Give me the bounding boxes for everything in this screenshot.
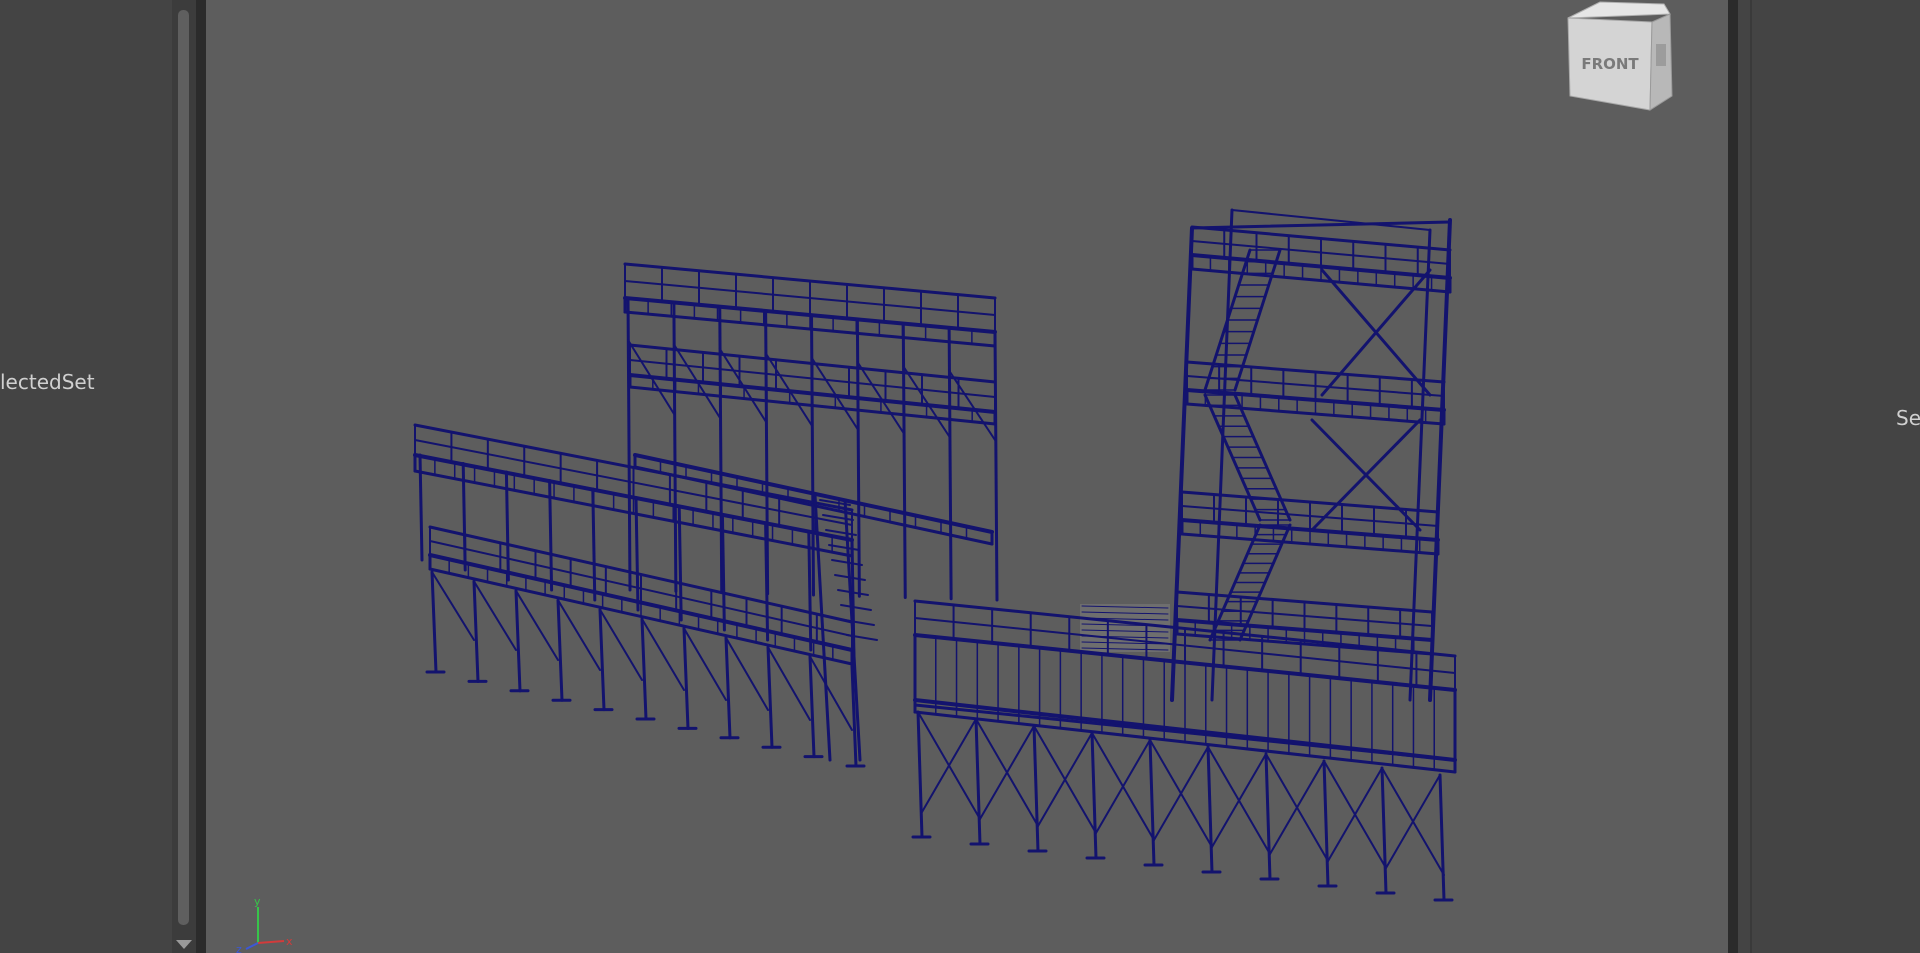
view-cube-icon[interactable]: FRONT (1560, 0, 1680, 115)
view-cube-face-label: FRONT (1581, 55, 1639, 73)
outliner-scrollbar[interactable] (172, 0, 196, 953)
attribute-editor-panel: Se (1738, 0, 1920, 953)
panel-splitter-left[interactable] (196, 0, 206, 953)
axis-y-label: y (254, 895, 261, 908)
viewport-3d[interactable]: FRONT (206, 0, 1728, 953)
axis-x-label: x (286, 935, 293, 948)
outliner-panel: lectedSet (0, 0, 172, 953)
outliner-set-item[interactable]: lectedSet (0, 370, 95, 394)
maya-workspace: lectedSet FRONT Se y x z (0, 0, 1920, 953)
attribute-set-item[interactable]: Se (1896, 406, 1920, 430)
axis-gizmo-icon: y x z (236, 895, 293, 953)
scaffolding-wireframe-model[interactable] (206, 0, 1728, 953)
panel-splitter-right[interactable] (1728, 0, 1738, 953)
panel-divider (1750, 0, 1752, 953)
outliner-scroll-thumb[interactable] (178, 10, 189, 925)
scroll-down-arrow-icon[interactable] (176, 940, 192, 949)
axis-z-label: z (236, 943, 242, 953)
